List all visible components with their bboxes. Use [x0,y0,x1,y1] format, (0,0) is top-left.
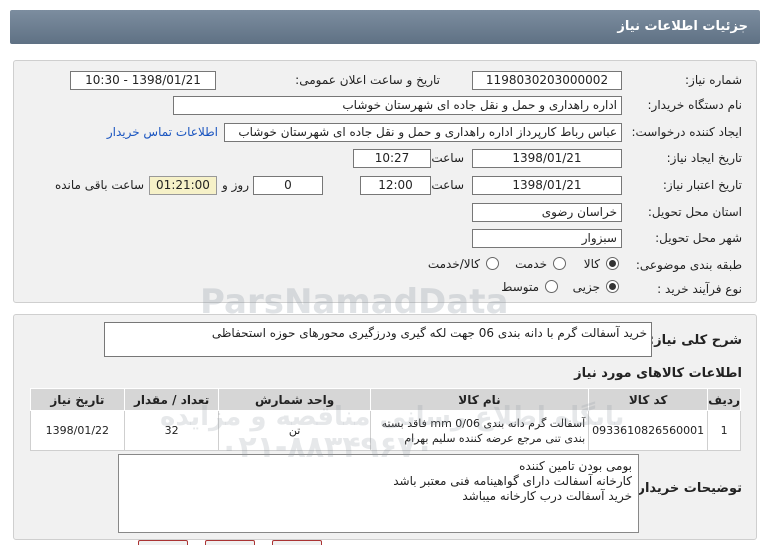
goods-section-title: اطلاعات کالاهای مورد نیاز [574,366,742,381]
table-row: 1 0933610826560001 آسفالت گرم دانه بندی … [30,410,741,451]
requester-field: عباس رباط کارپرداز اداره راهداری و حمل و… [224,123,622,142]
col-row-header: ردیف [707,388,741,411]
announce-field: 1398/01/21 - 10:30 [70,71,216,90]
category-goods-service-radio[interactable] [486,257,499,270]
cell-qty: 32 [123,410,220,451]
goods-table: ردیف کد کالا نام کالا واحد شمارش تعداد /… [30,388,741,451]
announce-label: تاریخ و ساعت اعلان عمومی: [295,73,440,87]
contact-buyer-link[interactable]: اطلاعات تماس خریدار [107,125,218,139]
category-goods-service-label: کالا/خدمت [427,257,480,271]
cell-row: 1 [707,410,741,451]
category-service-label: خدمت [515,257,547,271]
summary-field: خرید آسفالت گرم با دانه بندی 06 جهت لکه … [104,322,652,357]
city-field: سبزوار [472,229,622,248]
remaining-time-field: 01:21:00 [149,176,217,195]
process-medium-label: متوسط [501,280,539,294]
col-date-header: تاریخ نیاز [30,388,125,411]
validity-date-field: 1398/01/21 [472,176,622,195]
need-number-field: 1198030203000002 [472,71,622,90]
page-header: جزئیات اطلاعات نیاز [10,10,760,44]
buyer-org-field: اداره راهداری و حمل و نقل جاده ای شهرستا… [173,96,622,115]
buyer-org-label: نام دستگاه خریدار: [647,98,743,112]
col-qty-header: تعداد / مقدار [123,388,220,411]
validity-time-label: ساعت [431,178,464,192]
validity-time-field: 12:00 [360,176,431,195]
process-label: نوع فرآیند خرید : [657,282,742,296]
buyer-notes-label: توضیحات خریدار: [632,481,742,496]
process-minor-radio[interactable] [606,280,619,293]
buyer-note-line: کارخانه آسفالت دارای گواهینامه فنی معتبر… [393,474,632,488]
process-medium-radio[interactable] [545,280,558,293]
category-service-radio[interactable] [553,257,566,270]
category-goods-radio[interactable] [606,257,619,270]
days-label: روز و [222,178,249,192]
buyer-note-line: بومی بودن تامین کننده [519,459,632,473]
created-time-label: ساعت [431,151,464,165]
requester-label: ایجاد کننده درخواست: [631,125,742,139]
created-date-label: تاریخ ایجاد نیاز: [666,151,742,165]
city-label: شهر محل تحویل: [655,231,742,245]
col-code-header: کد کالا [588,388,709,411]
created-time-field: 10:27 [353,149,431,168]
province-field: خراسان رضوی [472,203,622,222]
days-field: 0 [253,176,323,195]
action-button[interactable] [138,540,188,545]
category-goods-label: کالا [583,257,600,271]
province-label: استان محل تحویل: [647,205,742,219]
buyer-notes-box: بومی بودن تامین کننده کارخانه آسفالت دار… [118,454,639,533]
page-title: جزئیات اطلاعات نیاز [617,19,748,34]
cell-date: 1398/01/22 [30,410,125,451]
action-button[interactable] [205,540,255,545]
remaining-label: ساعت باقی مانده [54,178,144,192]
goods-table-header-row: ردیف کد کالا نام کالا واحد شمارش تعداد /… [30,388,741,411]
cell-unit: تن [218,410,371,451]
col-unit-header: واحد شمارش [218,388,371,411]
col-name-header: نام کالا [369,388,590,411]
buyer-note-line: خرید آسفالت درب کارخانه میباشد [462,489,632,503]
summary-label: شرح کلی نیاز: [648,333,742,348]
process-minor-label: جزیی [572,280,600,294]
category-label: طبقه بندی موضوعی: [635,258,742,272]
validity-date-label: تاریخ اعتبار نیاز: [662,178,742,192]
need-number-label: شماره نیاز: [685,73,742,87]
cell-name: آسفالت گرم دانه بندی mm 0/06 فاقد بسته ب… [369,410,590,451]
created-date-field: 1398/01/21 [472,149,622,168]
cell-code: 0933610826560001 [588,410,709,451]
action-button[interactable] [272,540,322,545]
